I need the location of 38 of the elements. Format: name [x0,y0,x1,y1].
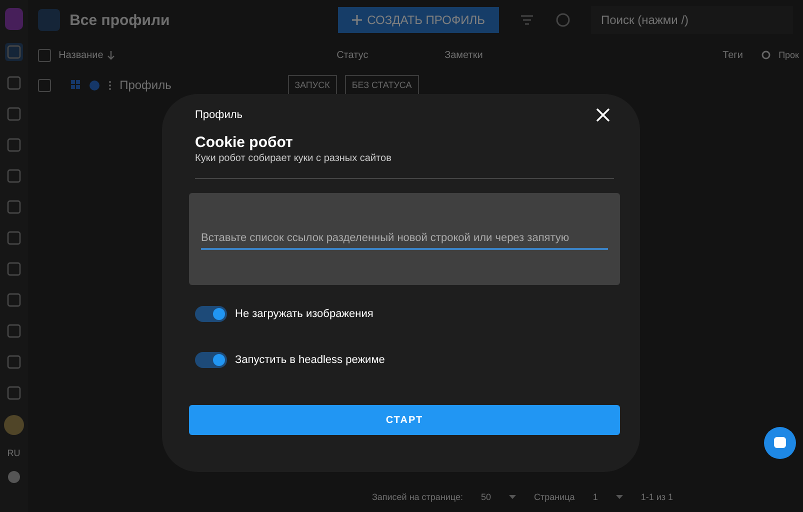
language-label: RU [7,448,20,458]
page-range: 1-1 из 1 [640,492,673,502]
toggle-switch[interactable] [195,306,227,322]
dropdown-icon[interactable] [509,495,516,499]
create-profile-button[interactable]: СОЗДАТЬ ПРОФИЛЬ [338,7,499,33]
theme-toggle[interactable] [8,471,20,483]
more-icon[interactable] [108,80,112,90]
profile-name[interactable]: Профиль [120,78,280,92]
column-header: Прок [778,50,799,60]
column-header[interactable]: Название [58,50,104,60]
avatar-icon[interactable] [4,415,24,435]
app-logo-icon[interactable] [4,8,23,30]
list-icon[interactable] [4,43,23,61]
dialog-subtitle: Куки робот собирает куки с разных сайтов [195,153,392,164]
checkbox[interactable] [38,78,51,92]
dropdown-icon[interactable] [616,495,623,499]
chat-button[interactable] [764,427,796,459]
search-field[interactable]: Поиск (нажми /) [591,6,793,34]
sort-arrow-icon[interactable] [107,50,116,60]
option-label: Не загружать изображения [235,308,374,320]
dialog-title: Cookie робот [195,134,294,151]
checkbox[interactable] [38,48,51,62]
links-field[interactable]: Вставьте список ссылок разделенный новой строкой или через запятую [201,228,608,250]
page-title: Все профили [70,12,170,28]
column-header: Теги [722,50,744,60]
rows-per-page-select[interactable]: 50 [481,492,492,502]
toggle-switch[interactable] [195,352,227,368]
start-button[interactable]: СТАРТ [189,405,620,435]
rows-per-page-label: Записей на странице: [372,492,463,502]
page-select[interactable]: 1 [592,492,598,502]
close-icon[interactable] [596,108,610,122]
column-header: Заметки [444,50,484,60]
page-label: Страница [534,492,575,502]
dialog-header: Профиль [195,109,242,121]
column-header: Статус [336,50,370,60]
plus-icon [352,15,362,25]
option-label: Запустить в headless режиме [235,354,385,366]
windows-icon [70,80,81,90]
